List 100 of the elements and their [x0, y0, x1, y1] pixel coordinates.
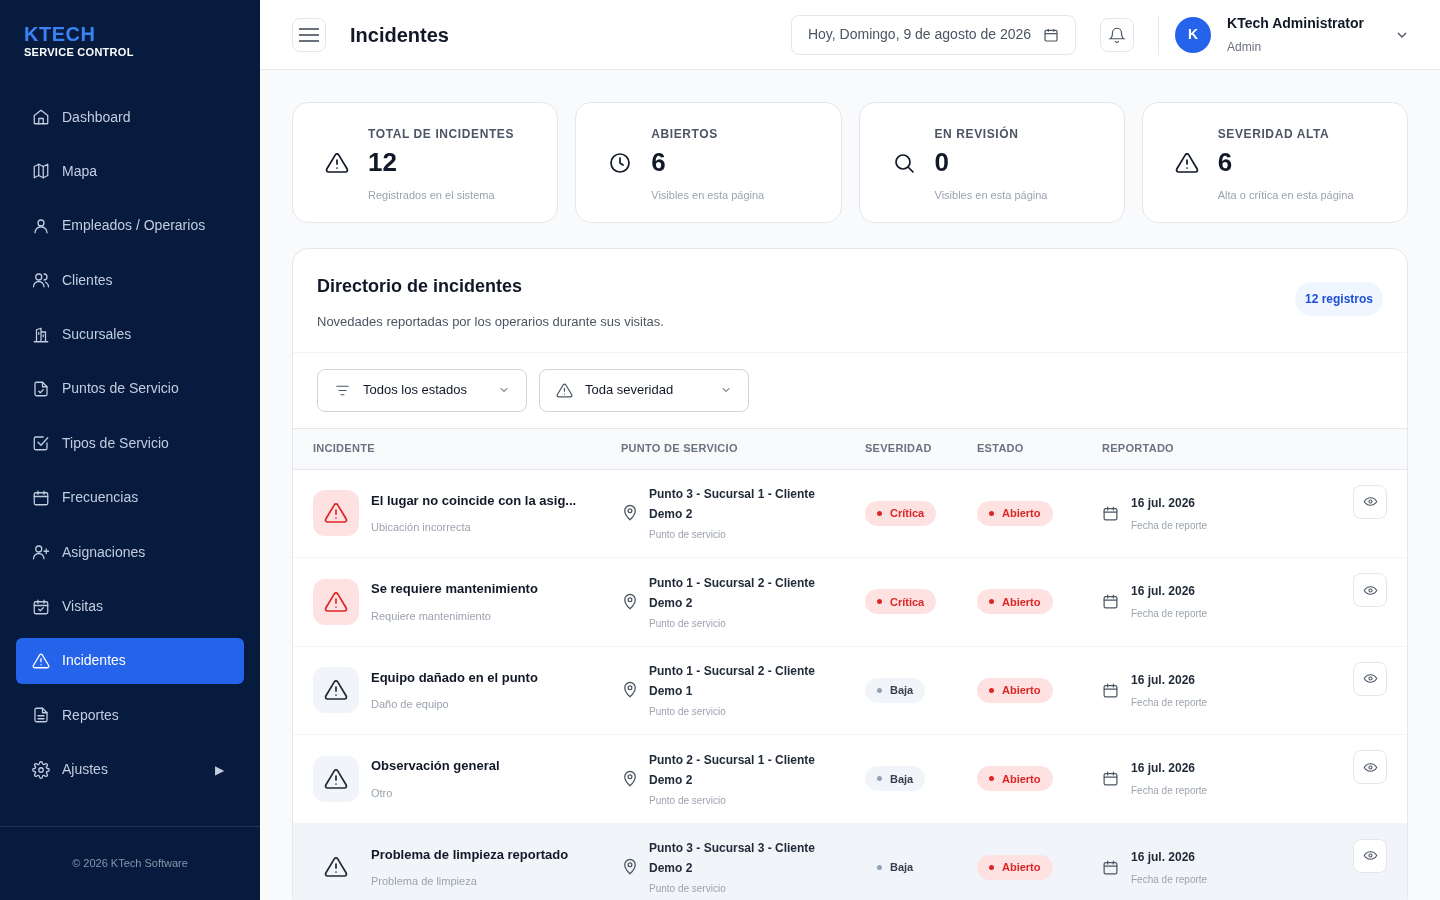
- severity-badge: Baja: [865, 677, 926, 703]
- sidebar-item[interactable]: Reportes: [16, 692, 244, 739]
- column-header: INCIDENTE: [313, 441, 375, 457]
- eye-icon: [1362, 848, 1378, 863]
- severity-badge: Crítica: [865, 500, 937, 526]
- status-badge: Abierto: [977, 854, 1053, 880]
- warning-icon: [324, 855, 348, 880]
- warning-icon: [556, 381, 573, 399]
- incident-type: Otro: [371, 785, 394, 801]
- view-button[interactable]: [1353, 661, 1387, 696]
- filter-select[interactable]: Todos los estados: [317, 368, 527, 412]
- stat-value: 12: [368, 147, 398, 178]
- count-badge: 12 registros: [1294, 282, 1383, 316]
- service-point-note: Punto de servicio: [649, 882, 727, 897]
- section-subtitle: Novedades reportadas por los operarios durante sus visitas.: [317, 313, 664, 331]
- report-date-note: Fecha de reporte: [1131, 518, 1208, 533]
- status-badge: Abierto: [977, 500, 1053, 526]
- user-icon: [32, 216, 50, 235]
- stat-label: TOTAL DE INCIDENTES: [368, 126, 515, 144]
- table-row[interactable]: Problema de limpieza reportado Problema de limpieza Punto 3 - Sucursal 3 - Cliente Demo 2 Punto de servicio Baja Abierto 16 jul. 2026 Fecha de reporte: [293, 823, 1407, 900]
- user-plus-icon: [32, 543, 50, 562]
- users-icon: [32, 271, 50, 290]
- incident-title: Equipo dañado en el punto: [371, 668, 538, 687]
- severity-badge: Baja: [865, 766, 926, 792]
- location-pin-icon: [621, 592, 639, 611]
- sidebar-item[interactable]: Mapa: [16, 148, 244, 195]
- status-badge: Abierto: [977, 589, 1053, 615]
- column-header: PUNTO DE SERVICIO: [621, 441, 738, 457]
- stat-label: SEVERIDAD ALTA: [1217, 126, 1331, 144]
- expand-arrow: ▶: [215, 761, 224, 779]
- incident-type: Problema de limpieza: [371, 874, 478, 890]
- warning-icon: [324, 589, 348, 614]
- sidebar-item[interactable]: Dashboard: [16, 94, 244, 140]
- sidebar-item[interactable]: Puntos de Servicio: [16, 365, 244, 412]
- stat-label: EN REVISIÓN: [934, 125, 1020, 144]
- clock-icon: [608, 150, 633, 175]
- service-point: Punto 2 - Sucursal 1 - Cliente Demo 2: [649, 751, 817, 789]
- warning-icon: [324, 501, 348, 526]
- incident-type: Ubicación incorrecta: [371, 520, 472, 536]
- stat-note: Alta o crítica en esta página: [1217, 188, 1354, 204]
- column-header: ESTADO: [977, 441, 1024, 457]
- calendar-icon: [1102, 593, 1119, 611]
- incident-type: Daño de equipo: [371, 697, 450, 713]
- file-check-icon: [32, 379, 50, 398]
- location-pin-icon: [621, 681, 639, 700]
- sidebar-item[interactable]: Empleados / Operarios: [16, 202, 244, 249]
- view-button[interactable]: [1353, 838, 1387, 873]
- incident-title: El lugar no coincide con la asig...: [371, 491, 577, 510]
- report-date-note: Fecha de reporte: [1131, 695, 1208, 710]
- home-icon: [32, 108, 50, 126]
- warning-icon: [324, 678, 348, 703]
- service-point-note: Punto de servicio: [649, 528, 727, 543]
- section-title: Directorio de incidentes: [317, 275, 524, 298]
- location-pin-icon: [621, 769, 639, 788]
- view-button[interactable]: [1353, 573, 1387, 607]
- calendar-icon: [1102, 770, 1119, 788]
- service-point: Punto 3 - Sucursal 3 - Cliente Demo 2: [649, 840, 817, 878]
- sidebar-item[interactable]: Sucursales: [16, 311, 244, 358]
- sidebar-item[interactable]: Visitas: [16, 583, 244, 630]
- calendar-icon: [1102, 504, 1119, 522]
- sidebar-item[interactable]: Clientes: [16, 257, 244, 304]
- filter-select[interactable]: Toda severidad: [539, 368, 749, 412]
- sidebar-item[interactable]: Asignaciones: [16, 529, 244, 576]
- incident-title: Problema de limpieza reportado: [371, 845, 569, 864]
- calendar-icon: [1043, 26, 1060, 43]
- sidebar-item[interactable]: Frecuencias: [16, 474, 244, 521]
- stat-label: ABIERTOS: [651, 126, 719, 144]
- stat-value: 6: [651, 147, 667, 178]
- user-name: KTech Administrator: [1227, 14, 1364, 33]
- view-button[interactable]: [1353, 750, 1387, 784]
- calendar-icon: [1102, 858, 1119, 876]
- incident-title: Se requiere mantenimiento: [371, 580, 538, 599]
- warning-icon: [1174, 150, 1199, 175]
- calendar-icon: [32, 488, 50, 507]
- severity-badge: Crítica: [865, 589, 937, 615]
- user-menu[interactable]: K KTech Administrator Admin: [1175, 13, 1408, 56]
- service-point: Punto 3 - Sucursal 1 - Cliente Demo 2: [649, 486, 817, 524]
- sidebar-item[interactable]: Tipos de Servicio: [16, 420, 244, 467]
- eye-icon: [1362, 671, 1378, 686]
- settings-icon: [32, 760, 50, 779]
- calendar-icon: [1102, 681, 1119, 699]
- report-date: 16 jul. 2026: [1131, 494, 1197, 512]
- menu-button[interactable]: [292, 17, 326, 52]
- date-button[interactable]: Hoy, Domingo, 9 de agosto de 2026: [790, 14, 1077, 55]
- status-badge: Abierto: [977, 766, 1053, 792]
- report-date: 16 jul. 2026: [1131, 760, 1197, 778]
- eye-icon: [1362, 494, 1378, 509]
- checkbox-icon: [32, 434, 50, 453]
- warning-icon: [32, 651, 50, 670]
- sidebar-item[interactable]: Incidentes: [16, 637, 244, 684]
- service-point-note: Punto de servicio: [649, 616, 727, 631]
- view-button[interactable]: [1353, 484, 1387, 519]
- building-icon: [32, 325, 50, 344]
- report-date: 16 jul. 2026: [1131, 583, 1197, 601]
- service-point: Punto 1 - Sucursal 2 - Cliente Demo 1: [649, 663, 817, 701]
- notifications-button[interactable]: [1100, 17, 1135, 52]
- report-date-note: Fecha de reporte: [1131, 607, 1208, 622]
- sidebar-item[interactable]: Ajustes ▶: [16, 746, 244, 793]
- column-header: SEVERIDAD: [865, 441, 932, 457]
- bell-icon: [1108, 25, 1127, 44]
